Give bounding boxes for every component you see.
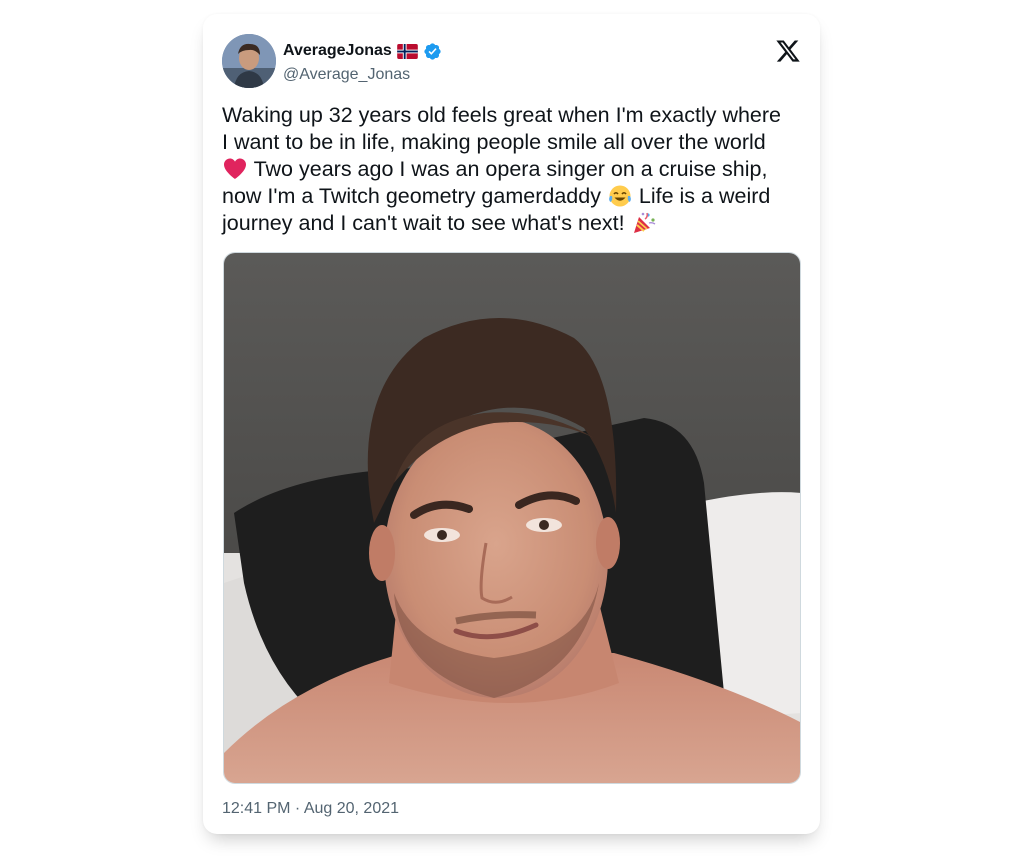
tweet-card: AverageJonas @Average_Jonas Waking up 32… [203, 14, 820, 834]
author-name-row: AverageJonas [283, 41, 442, 61]
tweet-text: Waking up 32 years old feels great when … [222, 102, 812, 237]
tweet-line-4: now I'm a Twitch geometry gamerdaddy [222, 184, 601, 208]
avatar[interactable] [222, 34, 276, 88]
red-heart-emoji [222, 157, 248, 181]
tweet-line-3: Two years ago I was an opera singer on a… [248, 157, 768, 181]
tweet-line-6: journey and I can't wait to see what's n… [222, 211, 625, 235]
selfie-photo [224, 253, 800, 783]
norway-flag-icon [396, 43, 418, 59]
tweet-line-5: Life is a weird [632, 184, 771, 208]
display-name[interactable]: AverageJonas [283, 42, 392, 60]
tears-of-joy-emoji [607, 184, 633, 208]
tweet-line-1: Waking up 32 years old feels great when … [222, 103, 781, 127]
tweet-line-2: I want to be in life, making people smil… [222, 130, 766, 154]
author-handle[interactable]: @Average_Jonas [283, 66, 410, 84]
tweet-photo[interactable] [223, 252, 801, 784]
tweet-timestamp[interactable]: 12:41 PM · Aug 20, 2021 [222, 800, 399, 818]
x-logo-icon[interactable] [775, 38, 801, 64]
party-popper-emoji [631, 211, 657, 235]
verified-badge-icon [423, 42, 442, 61]
avatar-image [222, 34, 276, 88]
